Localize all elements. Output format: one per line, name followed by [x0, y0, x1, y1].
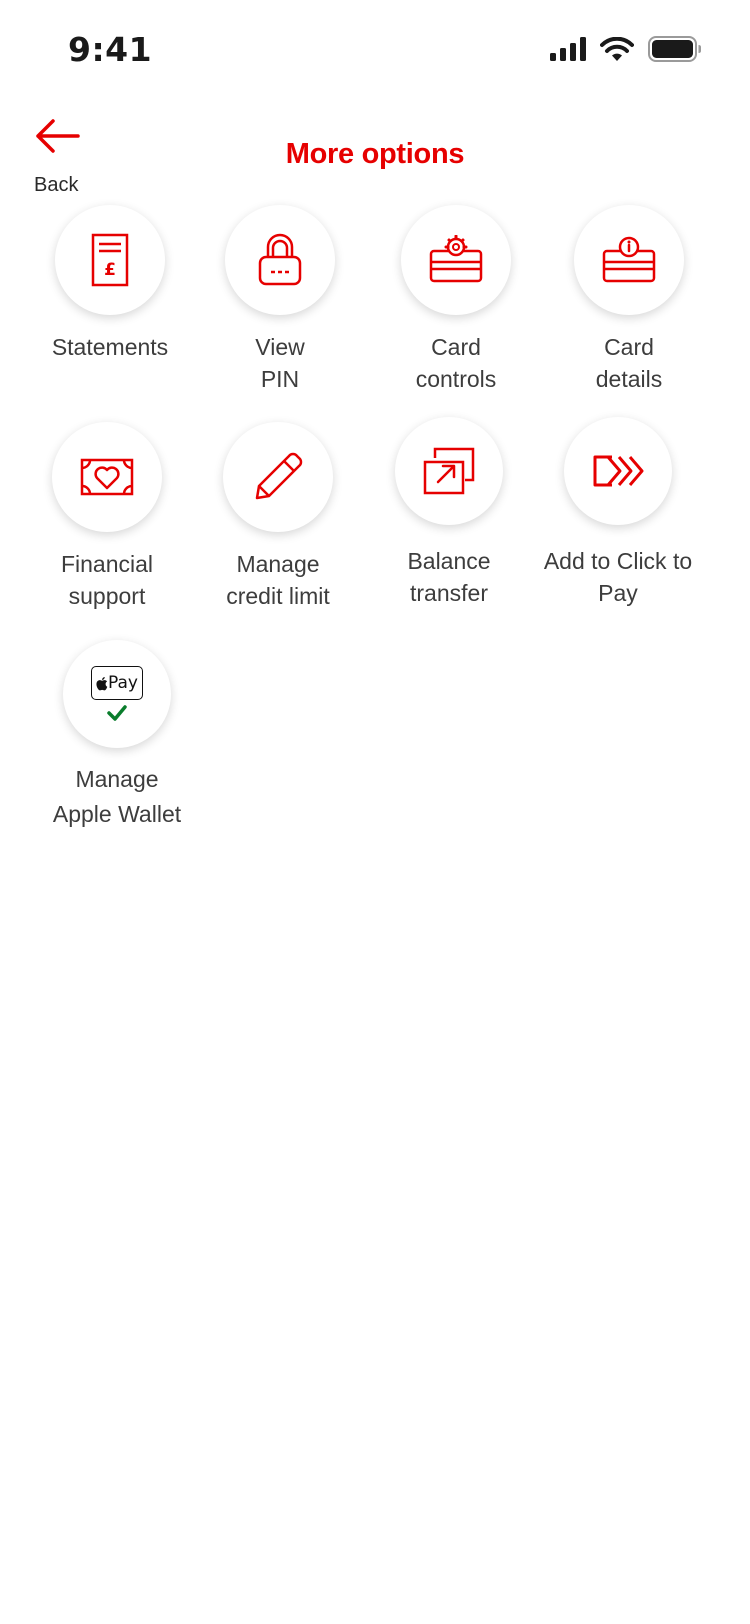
option-icon-circle	[564, 417, 672, 525]
apple-pay-badge-text: Pay	[108, 673, 138, 693]
card-info-icon	[602, 236, 656, 283]
back-label: Back	[34, 174, 79, 196]
option-icon-circle	[223, 422, 333, 532]
click-to-pay-icon	[593, 455, 644, 487]
option-icon-circle	[52, 422, 162, 532]
option-icon-circle	[401, 205, 511, 315]
page-title: More options	[285, 138, 465, 170]
status-icons	[550, 36, 702, 62]
battery-icon	[648, 36, 701, 62]
wifi-icon	[600, 36, 634, 61]
option-icon-circle	[225, 205, 335, 315]
option-label: Add to Click to Pay	[543, 548, 693, 606]
option-label: Card details	[595, 334, 663, 392]
apple-pay-icon: Pay	[91, 666, 143, 700]
option-icon-circle	[395, 417, 503, 525]
option-icon-circle: Pay	[63, 640, 171, 748]
option-manage-apple-wallet[interactable]: Pay Manage Apple Wallet	[27, 640, 207, 832]
option-icon-circle	[574, 205, 684, 315]
svg-text:£: £	[104, 260, 116, 280]
option-label: Card controls	[415, 334, 497, 392]
option-financial-support[interactable]: Financial support	[17, 422, 197, 612]
signal-icon	[550, 37, 586, 61]
option-card-controls[interactable]: Card controls	[366, 205, 546, 395]
nav-header: Back More options	[0, 110, 750, 200]
option-statements[interactable]: £ Statements	[20, 205, 200, 363]
transfer-arrow-icon	[423, 447, 475, 495]
status-bar: 9:41	[0, 0, 750, 100]
checkmark-icon	[107, 705, 127, 721]
option-label: Financial support	[60, 551, 154, 609]
option-view-pin[interactable]: View PIN	[190, 205, 370, 395]
option-manage-credit-limit[interactable]: Manage credit limit	[188, 422, 368, 612]
option-label: Statements	[51, 334, 169, 360]
option-icon-circle: £	[55, 205, 165, 315]
statement-pound-icon: £	[91, 233, 129, 287]
option-balance-transfer[interactable]: Balance transfer	[359, 417, 539, 609]
option-label: View PIN	[255, 334, 305, 392]
option-label: Balance transfer	[407, 548, 491, 606]
status-time: 9:41	[68, 30, 153, 69]
option-card-details[interactable]: Card details	[539, 205, 719, 395]
card-gear-icon	[429, 235, 483, 283]
option-add-to-click-to-pay[interactable]: Add to Click to Pay	[528, 417, 708, 609]
option-label: Manage Apple Wallet	[52, 766, 182, 827]
option-label: Manage credit limit	[226, 551, 330, 609]
padlock-icon	[258, 233, 302, 286]
apple-logo-icon	[96, 676, 108, 690]
banknote-heart-icon	[80, 458, 134, 496]
pencil-icon	[255, 452, 303, 500]
